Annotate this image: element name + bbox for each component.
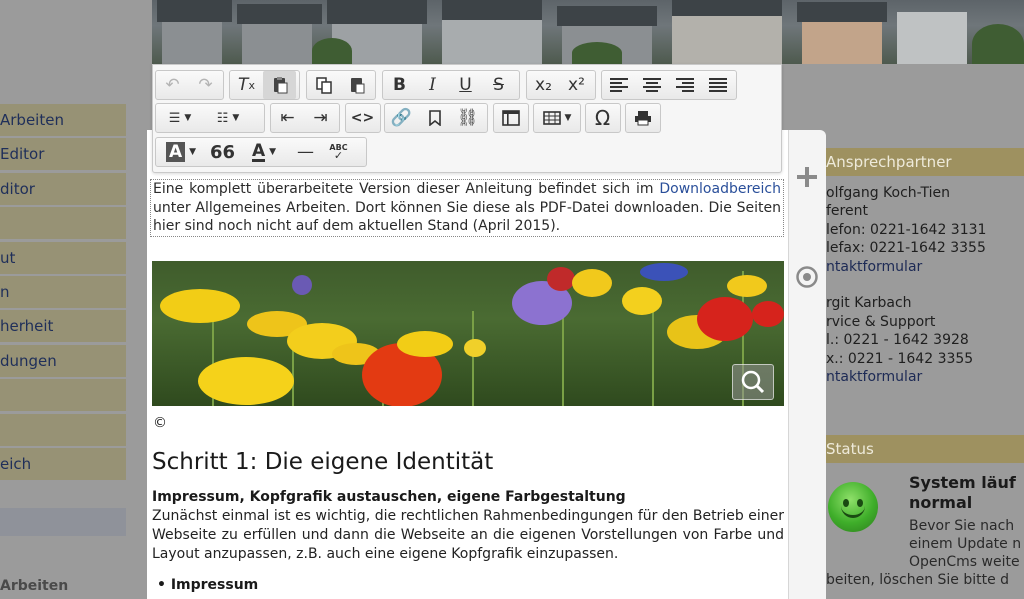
left-navigation: Arbeiten Editor ditor ut n herheit dunge… — [0, 104, 126, 482]
contact-line: lefon: 0221-1642 3131 — [826, 221, 987, 238]
nav-item-verbindungen[interactable]: dungen — [0, 344, 126, 377]
special-char-icon[interactable]: Ω — [586, 104, 619, 132]
redo-icon[interactable]: ↷ — [189, 71, 222, 99]
contact-line: olfgang Koch-Tien — [826, 185, 950, 201]
contact-line — [826, 276, 1024, 294]
page-heading: Schritt 1: Die eigene Identität — [152, 449, 494, 475]
align-right-icon[interactable] — [668, 71, 701, 99]
status-text-continued: beiten, löschen Sie bitte d — [826, 572, 1010, 588]
status-text: Bevor Sie nach einem Update n OpenCms we… — [909, 518, 1022, 570]
contact-lines: olfgang Koch-Tien ferent lefon: 0221-1642 … — [826, 184, 1024, 386]
nav-item-sicherheit[interactable]: herheit — [0, 310, 126, 343]
text-color-icon[interactable]: A ▼ — [239, 138, 289, 166]
section-subheading: Impressum, Kopfgrafik austauschen, eigen… — [152, 489, 626, 505]
contact-line: x.: 0221 - 1642 3355 — [826, 350, 974, 367]
contact-form-link[interactable]: ntaktformular — [826, 368, 1024, 386]
link-icon[interactable]: 🔗 — [385, 104, 418, 132]
indent-icon[interactable]: ⇥ — [304, 104, 337, 132]
numbered-list-icon[interactable]: ☰ ▼ — [156, 104, 204, 132]
smiley-status-icon — [828, 482, 878, 532]
bold-icon[interactable]: B — [383, 71, 416, 99]
table-icon[interactable]: ▼ — [534, 104, 580, 132]
contact-form-link[interactable]: ntaktformular — [826, 258, 1024, 276]
justify-icon[interactable] — [701, 71, 734, 99]
contact-line: rgit Karbach — [826, 295, 912, 312]
contact-line: ferent — [826, 203, 868, 220]
subscript-icon[interactable]: x₂ — [527, 71, 560, 99]
align-left-icon[interactable] — [602, 71, 635, 99]
contact-line: l.: 0221 - 1642 3928 — [826, 332, 969, 349]
zoom-image-button[interactable] — [732, 364, 774, 400]
nav-item-editor-2[interactable]: ditor — [0, 172, 126, 205]
nav-item-n[interactable]: n — [0, 275, 126, 308]
notice-paragraph[interactable]: Eine komplett überarbeitete Version dies… — [150, 179, 784, 237]
remove-format-icon[interactable]: Tx — [230, 71, 263, 99]
header-image — [152, 0, 1024, 64]
paste-icon[interactable] — [263, 71, 296, 99]
download-link[interactable]: Downloadbereich — [659, 181, 781, 197]
flower-header-image — [152, 261, 784, 406]
nav-item-empty-2[interactable] — [0, 379, 126, 412]
source-code-icon[interactable]: <> — [346, 104, 379, 132]
align-center-icon[interactable] — [635, 71, 668, 99]
status-title: System läuf normal — [909, 473, 1016, 512]
nav-item-ut[interactable]: ut — [0, 241, 126, 274]
italic-icon[interactable]: I — [416, 71, 449, 99]
nav-search-field[interactable] — [0, 508, 126, 536]
blockquote-icon[interactable]: 66 — [206, 138, 239, 166]
editor-toolbar: ↶ ↷ Tx B I U S x₂ x² ☰ ▼ ☷ ▼ ⇤ ⇥ <> 🔗 ⛓ … — [152, 64, 782, 173]
nav-section-heading: Arbeiten — [0, 578, 69, 594]
contact-box: Ansprechpartner olfgang Koch-Tien ferent l… — [826, 148, 1024, 386]
unlink-icon[interactable]: ⛓ — [451, 104, 484, 132]
outdent-icon[interactable]: ⇤ — [271, 104, 304, 132]
underline-icon[interactable]: U — [449, 71, 482, 99]
contact-line: lefax: 0221-1642 3355 — [826, 240, 986, 257]
spellcheck-icon[interactable]: ABC ✓ — [322, 138, 355, 166]
nav-item-empty-3[interactable] — [0, 413, 126, 446]
superscript-icon[interactable]: x² — [560, 71, 593, 99]
background-color-icon[interactable]: A ▼ — [156, 138, 206, 166]
status-heading: Status — [826, 435, 1024, 463]
copy-icon[interactable] — [307, 71, 340, 99]
nav-item-arbeiten[interactable]: Arbeiten — [0, 104, 126, 136]
bookmark-icon[interactable] — [418, 104, 451, 132]
contact-line: rvice & Support — [826, 313, 936, 330]
horizontal-rule-icon[interactable]: — — [289, 138, 322, 166]
intro-paragraph: Zunächst einmal ist es wichtig, die rech… — [152, 508, 784, 562]
strikethrough-icon[interactable]: S — [482, 71, 515, 99]
contact-heading: Ansprechpartner — [826, 148, 1024, 176]
image-copyright: © — [153, 415, 167, 431]
nav-item-bereich[interactable]: eich — [0, 447, 126, 480]
nav-item-empty[interactable] — [0, 207, 126, 240]
undo-icon[interactable]: ↶ — [156, 71, 189, 99]
print-icon[interactable] — [626, 104, 659, 132]
paste-word-icon[interactable] — [340, 71, 373, 99]
target-icon[interactable] — [795, 265, 819, 289]
bullet-list-icon[interactable]: ☷ ▼ — [204, 104, 252, 132]
bullet-item-impressum: • Impressum — [157, 577, 259, 593]
plus-icon[interactable] — [795, 165, 819, 189]
template-icon[interactable] — [494, 104, 527, 132]
nav-item-editor[interactable]: Editor — [0, 138, 126, 171]
editor-side-toolbar — [788, 130, 826, 599]
